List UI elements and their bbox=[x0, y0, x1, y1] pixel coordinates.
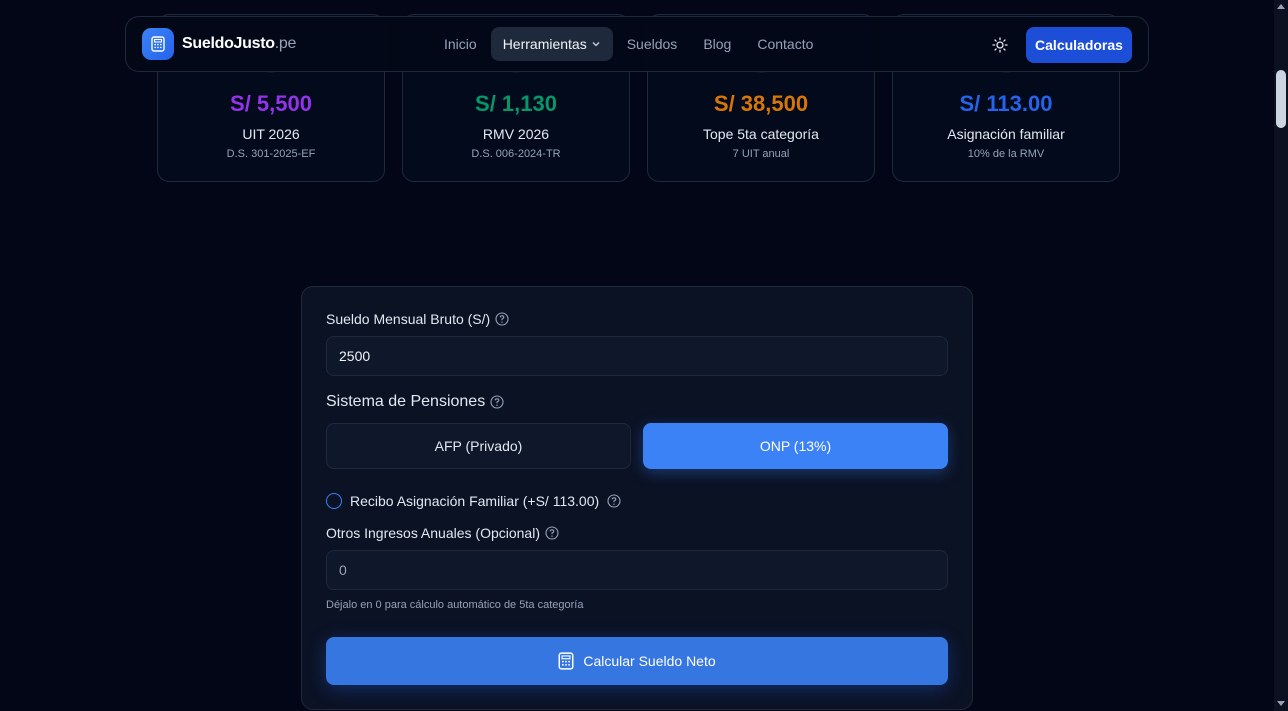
brand-name: SueldoJusto.pe bbox=[182, 35, 297, 52]
pension-label-text: Sistema de Pensiones bbox=[326, 393, 486, 410]
pension-option-onp[interactable]: ONP (13%) bbox=[643, 423, 948, 469]
scroll-up-arrow-icon[interactable] bbox=[1277, 4, 1285, 9]
calculator-icon bbox=[142, 28, 174, 60]
stat-sub: 10% de la RMV bbox=[967, 148, 1045, 160]
help-icon[interactable] bbox=[490, 395, 504, 409]
chevron-down-icon bbox=[592, 42, 600, 47]
scrollbar-thumb[interactable] bbox=[1276, 70, 1286, 128]
salary-label: Sueldo Mensual Bruto (S/) bbox=[326, 311, 509, 327]
sun-icon bbox=[992, 37, 1008, 53]
brand-link[interactable]: SueldoJusto.pe bbox=[142, 28, 296, 60]
stat-label: RMV 2026 bbox=[482, 126, 550, 142]
stat-value: S/ 113.00 bbox=[959, 91, 1053, 116]
navbar: SueldoJusto.pe Inicio Herramientas Sueld… bbox=[125, 16, 1149, 72]
calculate-button-label: Calcular Sueldo Neto bbox=[583, 653, 716, 669]
calculadoras-button[interactable]: Calculadoras bbox=[1026, 27, 1132, 63]
nav-link-label: Herramientas bbox=[502, 36, 587, 52]
salary-form-card: Sueldo Mensual Bruto (S/) 2500 Sistema d… bbox=[301, 286, 973, 710]
other-income-label-text: Otros Ingresos Anuales (Opcional) bbox=[326, 525, 540, 541]
stat-sub: D.S. 006-2024-TR bbox=[471, 148, 561, 160]
stat-sub: 7 UIT anual bbox=[732, 148, 790, 160]
pension-option-afp[interactable]: AFP (Privado) bbox=[326, 423, 631, 469]
stat-value: S/ 1,130 bbox=[475, 91, 557, 116]
other-income-input[interactable]: 0 bbox=[326, 550, 948, 590]
other-income-hint: Déjalo en 0 para cálculo automático de 5… bbox=[326, 599, 584, 611]
nav-link-herramientas[interactable]: Herramientas bbox=[490, 27, 613, 61]
stat-value: S/ 5,500 bbox=[230, 91, 312, 116]
stat-label: Asignación familiar bbox=[947, 126, 1065, 142]
family-allowance-label: Recibo Asignación Familiar (+S/ 113.00) bbox=[350, 493, 600, 509]
theme-toggle-button[interactable] bbox=[988, 33, 1012, 57]
other-income-label: Otros Ingresos Anuales (Opcional) bbox=[326, 525, 559, 541]
family-allowance-row[interactable]: Recibo Asignación Familiar (+S/ 113.00) bbox=[326, 493, 621, 509]
salary-input[interactable]: 2500 bbox=[326, 336, 948, 376]
nav-link-inicio[interactable]: Inicio bbox=[432, 27, 489, 61]
stat-sub: D.S. 301-2025-EF bbox=[226, 148, 316, 160]
stat-value: S/ 38,500 bbox=[713, 91, 809, 116]
calculate-button[interactable]: Calcular Sueldo Neto bbox=[326, 637, 948, 685]
help-icon[interactable] bbox=[607, 494, 621, 508]
stat-label: UIT 2026 bbox=[242, 126, 300, 142]
nav-link-contacto[interactable]: Contacto bbox=[745, 27, 825, 61]
scroll-down-arrow-icon[interactable] bbox=[1277, 701, 1285, 706]
help-icon[interactable] bbox=[495, 312, 509, 326]
nav-link-sueldos[interactable]: Sueldos bbox=[615, 27, 690, 61]
help-icon[interactable] bbox=[545, 526, 559, 540]
salary-label-text: Sueldo Mensual Bruto (S/) bbox=[326, 311, 491, 327]
family-allowance-checkbox[interactable] bbox=[326, 493, 342, 509]
calculator-icon bbox=[558, 652, 574, 670]
pension-label: Sistema de Pensiones bbox=[326, 393, 504, 411]
stat-label: Tope 5ta categoría bbox=[703, 126, 819, 142]
nav-links: Inicio Herramientas Sueldos Blog Contact… bbox=[432, 27, 825, 61]
nav-link-blog[interactable]: Blog bbox=[691, 27, 743, 61]
